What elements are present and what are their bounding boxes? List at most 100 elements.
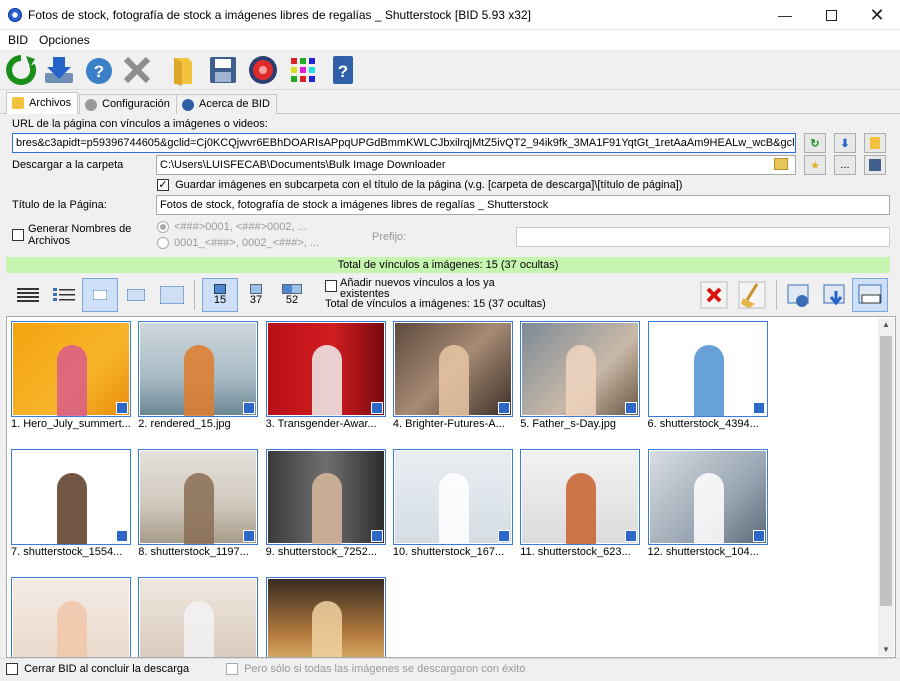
subfolder-checkbox[interactable] (157, 179, 169, 192)
image-tile[interactable] (265, 577, 386, 657)
image-thumbnail[interactable] (11, 449, 131, 545)
browse-folder-icon[interactable] (774, 158, 788, 170)
filter-37-button[interactable]: 37 (238, 278, 274, 312)
radio-label-1: <###>0001, <###>0002, ... (174, 221, 307, 233)
close-bid-option[interactable]: Cerrar BID al concluir la descarga (6, 663, 189, 676)
scrollbar-thumb[interactable] (880, 336, 892, 606)
preview-icon[interactable] (780, 278, 816, 312)
list-view-icon[interactable] (46, 278, 82, 312)
image-thumbnail[interactable] (138, 577, 259, 657)
image-tile[interactable]: 7. shutterstock_1554... (11, 449, 131, 563)
only-if-checkbox[interactable] (226, 663, 238, 676)
image-thumbnail[interactable] (392, 449, 513, 545)
clear-list-icon[interactable] (734, 278, 770, 312)
download-icon[interactable] (42, 53, 76, 87)
radio-option-2[interactable]: 0001_<###>, 0002_<###>, ... (157, 237, 319, 250)
filter-15-button[interactable]: 15 (202, 278, 238, 312)
small-thumbs-view-icon[interactable] (82, 278, 118, 312)
more-button[interactable]: ... (834, 155, 856, 175)
vertical-scrollbar[interactable]: ▲ ▼ (878, 318, 894, 656)
image-tile[interactable] (11, 577, 131, 657)
link-icon (752, 530, 765, 542)
tab-strip: Archivos Configuración Acerca de BID (0, 92, 900, 114)
image-thumbnail[interactable] (265, 449, 386, 545)
image-tile[interactable]: 10. shutterstock_167... (392, 449, 513, 563)
settings-gear-icon[interactable] (246, 53, 280, 87)
scroll-down-icon[interactable]: ▼ (882, 645, 890, 654)
subject-shape (184, 345, 215, 416)
svg-text:?: ? (338, 62, 348, 81)
image-thumbnail[interactable] (138, 321, 259, 417)
radio-button[interactable] (157, 237, 169, 250)
rename-files-icon[interactable] (852, 278, 888, 312)
image-tile[interactable]: 12. shutterstock_104... (647, 449, 768, 563)
info-icon[interactable]: ? (326, 53, 360, 87)
image-thumbnail[interactable] (265, 577, 386, 657)
download-url-button[interactable]: ⬇ (834, 133, 856, 153)
image-tile[interactable]: 4. Brighter-Futures-A... (392, 321, 513, 435)
image-tile[interactable]: 2. rendered_15.jpg (138, 321, 259, 435)
image-caption: 5. Father_s-Day.jpg (520, 418, 616, 430)
only-if-label: Pero sólo si todas las imágenes se desca… (244, 663, 526, 675)
minimize-button[interactable]: — (762, 0, 808, 30)
only-if-option[interactable]: Pero sólo si todas las imágenes se desca… (226, 663, 526, 676)
radio-button[interactable] (157, 221, 169, 234)
stop-icon[interactable] (120, 53, 154, 87)
close-button[interactable]: ✕ (854, 0, 900, 30)
image-tile[interactable]: 9. shutterstock_7252... (265, 449, 386, 563)
menu-opciones[interactable]: Opciones (39, 33, 90, 47)
url-input[interactable]: bres&c3apidt=p59396744605&gclid=Cj0KCQjw… (12, 133, 796, 153)
filter-52-button[interactable]: 52 (274, 278, 310, 312)
maximize-button[interactable] (808, 0, 854, 30)
save-icon[interactable] (206, 53, 240, 87)
image-tile[interactable]: 6. shutterstock_4394... (647, 321, 768, 435)
radio-option-1[interactable]: <###>0001, <###>0002, ... (157, 221, 307, 234)
image-thumbnail[interactable] (11, 577, 131, 657)
image-thumbnail[interactable] (520, 321, 641, 417)
subject-shape (57, 345, 87, 416)
prefix-input[interactable] (516, 227, 890, 247)
image-tile[interactable]: 11. shutterstock_623... (520, 449, 641, 563)
image-thumbnail[interactable] (392, 321, 513, 417)
image-thumbnail[interactable] (520, 449, 641, 545)
folder-input[interactable]: C:\Users\LUISFECAB\Documents\Bulk Image … (156, 155, 796, 175)
link-icon (370, 530, 383, 542)
medium-thumbs-view-icon[interactable] (118, 278, 154, 312)
image-tile[interactable]: 5. Father_s-Day.jpg (520, 321, 641, 435)
image-thumbnail[interactable] (138, 449, 259, 545)
image-thumbnail[interactable] (265, 321, 386, 417)
image-thumbnail[interactable] (11, 321, 131, 417)
image-tile[interactable] (138, 577, 259, 657)
large-thumbs-view-icon[interactable] (154, 278, 190, 312)
folder-url-button[interactable] (864, 133, 886, 153)
thumbnail-image (140, 579, 257, 657)
tab-configuracion[interactable]: Configuración (79, 94, 177, 114)
image-tile[interactable]: 8. shutterstock_1197... (138, 449, 259, 563)
help-icon[interactable]: ? (82, 53, 116, 87)
menu-bid[interactable]: BID (8, 33, 28, 47)
image-tile[interactable]: 1. Hero_July_summert... (11, 321, 131, 435)
menu-bar: BID Opciones (0, 30, 900, 50)
page-title-input[interactable]: Fotos de stock, fotografía de stock a im… (156, 195, 890, 215)
grid-icon[interactable] (286, 53, 320, 87)
tab-acerca[interactable]: Acerca de BID (176, 94, 277, 114)
save-folder-button[interactable] (864, 155, 886, 175)
delete-selected-icon[interactable] (696, 278, 732, 312)
image-thumbnail[interactable] (647, 321, 768, 417)
close-bid-checkbox[interactable] (6, 663, 18, 676)
folder-icon (12, 97, 24, 109)
gen-names-checkbox[interactable] (12, 229, 24, 241)
image-tile[interactable]: 3. Transgender-Awar... (265, 321, 386, 435)
favorite-folder-button[interactable]: ★ (804, 155, 826, 175)
image-thumbnail[interactable] (647, 449, 768, 545)
thumbnail-image (649, 451, 766, 544)
details-view-icon[interactable] (10, 278, 46, 312)
add-new-checkbox[interactable] (325, 280, 337, 292)
tab-archivos[interactable]: Archivos (6, 92, 79, 114)
download-selected-icon[interactable] (816, 278, 852, 312)
subfolder-option[interactable]: Guardar imágenes en subcarpeta con el tí… (157, 179, 682, 192)
scroll-up-icon[interactable]: ▲ (882, 320, 890, 329)
folder-icon[interactable] (166, 53, 200, 87)
refresh-url-button[interactable]: ↻ (804, 133, 826, 153)
refresh-icon[interactable] (4, 53, 38, 87)
